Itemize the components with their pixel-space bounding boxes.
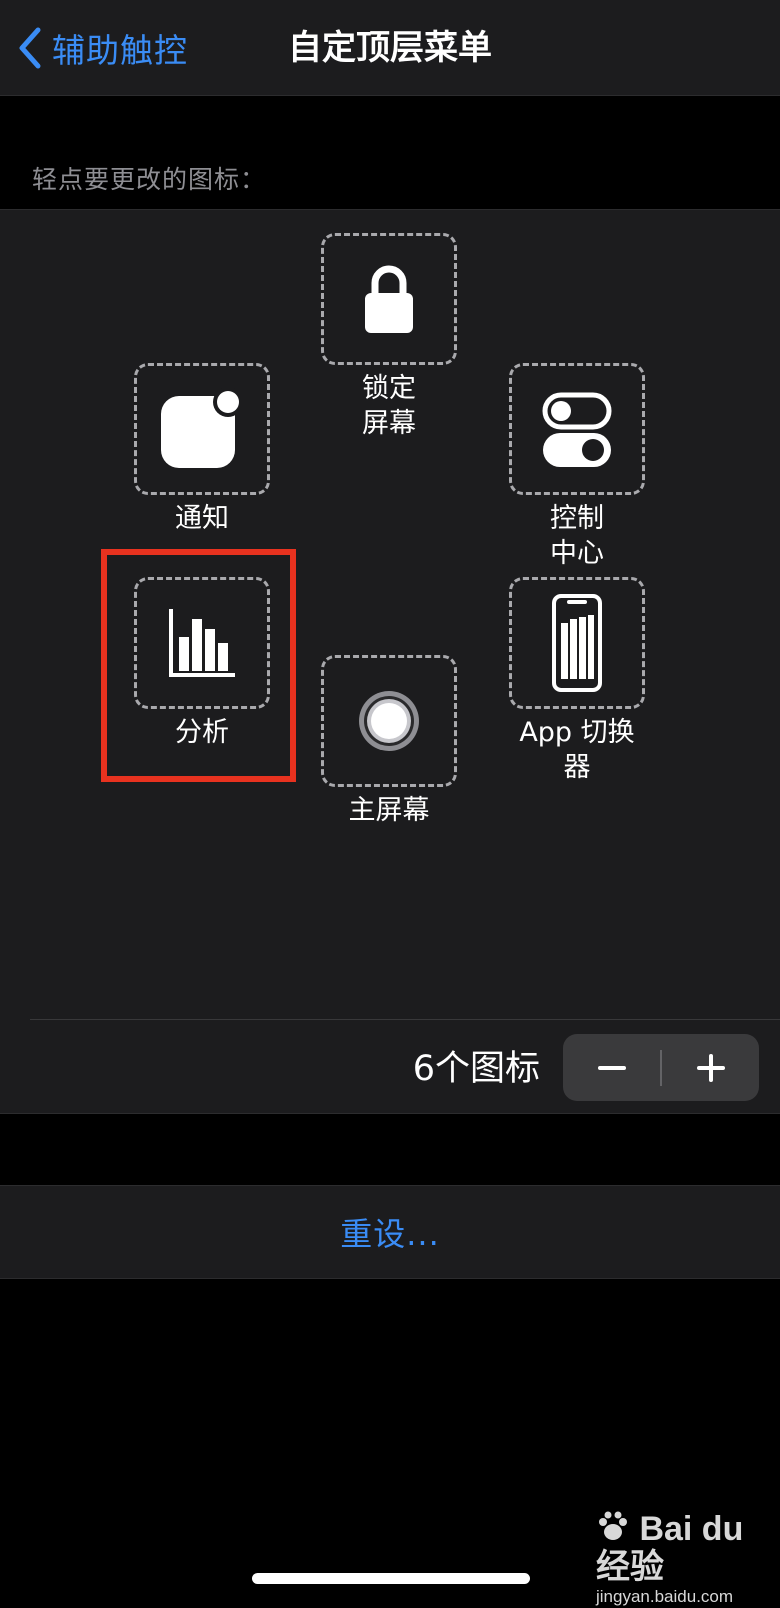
lock-icon bbox=[365, 265, 413, 333]
menu-slot-home[interactable]: 主屏幕 bbox=[319, 655, 459, 828]
menu-slot-analytics[interactable]: 分析 bbox=[132, 577, 272, 750]
baidu-jingyan-watermark: Bai du 经验 jingyan.baidu.com bbox=[596, 1510, 766, 1608]
chevron-left-icon bbox=[19, 27, 41, 69]
navigation-bar: 辅助触控 自定顶层菜单 bbox=[0, 0, 780, 96]
app-switcher-icon bbox=[552, 594, 602, 692]
increment-button[interactable] bbox=[662, 1034, 759, 1101]
back-button[interactable]: 辅助触控 bbox=[14, 22, 188, 74]
menu-slot-control-center[interactable]: 控制 中心 bbox=[507, 363, 647, 571]
menu-slot-app-switcher[interactable]: App 切换器 bbox=[507, 577, 647, 785]
toggles-icon bbox=[542, 392, 612, 467]
reset-label: 重设... bbox=[340, 1215, 440, 1253]
section-header: 轻点要更改的图标： bbox=[32, 165, 267, 194]
home-button-icon bbox=[359, 691, 419, 751]
paw-icon bbox=[599, 1511, 627, 1540]
slot-box[interactable] bbox=[509, 577, 645, 709]
reset-button[interactable]: 重设... bbox=[0, 1185, 780, 1279]
slot-box[interactable] bbox=[321, 655, 457, 787]
slot-label-app-switcher: App 切换器 bbox=[519, 717, 635, 783]
back-label: 辅助触控 bbox=[52, 31, 188, 70]
menu-layout-panel: 锁定 屏幕 通知 控制 中心 分析 主屏幕 App 切换器 6个图标 bbox=[0, 209, 780, 1114]
slot-box[interactable] bbox=[321, 233, 457, 365]
icon-count-label: 6个图标 bbox=[412, 1049, 540, 1089]
slot-label-home: 主屏幕 bbox=[348, 795, 430, 826]
slot-label-analytics: 分析 bbox=[175, 717, 229, 748]
bar-chart-icon bbox=[169, 609, 235, 677]
slot-label-lock-screen: 锁定 屏幕 bbox=[362, 373, 416, 439]
watermark-url: jingyan.baidu.com bbox=[596, 1587, 734, 1606]
divider bbox=[30, 1019, 780, 1020]
decrement-button[interactable] bbox=[563, 1034, 660, 1101]
slot-box[interactable] bbox=[134, 577, 270, 709]
slot-label-control-center: 控制 中心 bbox=[550, 503, 604, 569]
notification-icon bbox=[161, 387, 243, 468]
watermark-logo: Bai du 经验 bbox=[596, 1510, 766, 1586]
slot-box[interactable] bbox=[134, 363, 270, 495]
icon-count-stepper[interactable] bbox=[563, 1034, 759, 1101]
plus-icon bbox=[696, 1053, 725, 1082]
menu-slot-lock-screen[interactable]: 锁定 屏幕 bbox=[319, 233, 459, 441]
slot-box[interactable] bbox=[509, 363, 645, 495]
menu-slot-notifications[interactable]: 通知 bbox=[132, 363, 272, 536]
minus-icon bbox=[597, 1065, 626, 1070]
slot-label-notifications: 通知 bbox=[175, 503, 229, 534]
home-indicator bbox=[252, 1573, 530, 1584]
